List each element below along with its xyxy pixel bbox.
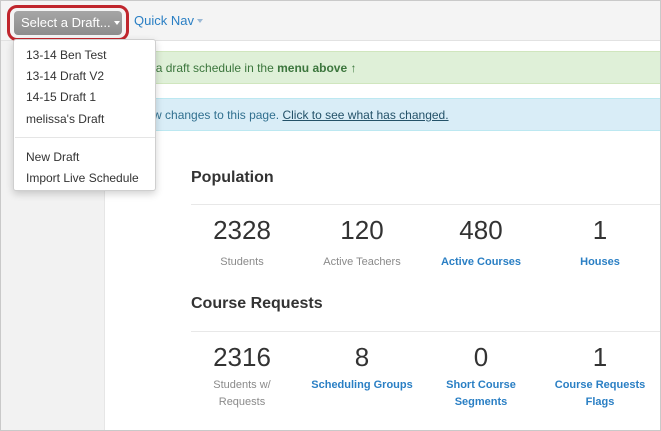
scheduling-groups-link[interactable]: Scheduling Groups [302, 377, 422, 394]
stat-label: Requests [218, 396, 266, 408]
stat-short-course-segments: 0 Short Course Segments [421, 342, 541, 411]
stat-students-with-requests: 2316 Students w/ Requests [182, 342, 302, 411]
stat-value: 1 [592, 342, 608, 372]
stat-value: 480 [459, 215, 503, 245]
stat-value: 2316 [213, 342, 271, 372]
new-draft-item[interactable]: New Draft [26, 150, 79, 164]
see-changes-link[interactable]: Click to see what has changed. [282, 108, 448, 122]
houses-link[interactable]: Houses [540, 254, 660, 271]
stat-scheduling-groups: 8 Scheduling Groups [302, 342, 422, 394]
arrow-up-icon: ↑ [350, 61, 357, 75]
top-navbar: Select a Draft... Quick Nav [1, 1, 660, 41]
divider [191, 204, 660, 205]
changes-alert: re are new changes to this page. Click t… [105, 98, 660, 131]
stat-value: 0 [473, 342, 489, 372]
stat-label: Active Teachers [323, 256, 401, 268]
stat-value: 1 [592, 215, 608, 245]
dropdown-item-draft[interactable]: 13-14 Draft V2 [26, 69, 104, 83]
stat-label: Students w/ [213, 379, 271, 391]
stat-active-courses: 480 Active Courses [421, 215, 541, 271]
short-course-segments-link[interactable]: Short Course [421, 377, 541, 394]
course-requests-title: Course Requests [191, 295, 323, 312]
alert-select-bold: menu above [277, 61, 348, 75]
stat-value: 8 [354, 342, 370, 372]
import-live-schedule-item[interactable]: Import Live Schedule [26, 171, 139, 185]
app-frame: Select a Draft... Quick Nav se select a … [0, 0, 661, 431]
dropdown-divider [15, 137, 155, 138]
quick-nav-label: Quick Nav [134, 13, 194, 28]
divider [191, 331, 660, 332]
stat-value: 2328 [213, 215, 271, 245]
select-draft-button[interactable]: Select a Draft... [14, 11, 122, 35]
course-request-flags-link[interactable]: Course Requests [540, 377, 660, 394]
quick-nav-menu[interactable]: Quick Nav [134, 13, 203, 28]
stat-active-teachers: 120 Active Teachers [302, 215, 422, 271]
stat-value: 120 [340, 215, 384, 245]
dropdown-item-draft[interactable]: 14-15 Draft 1 [26, 90, 96, 104]
dropdown-item-draft[interactable]: melissa's Draft [26, 112, 104, 126]
stat-houses: 1 Houses [540, 215, 660, 271]
course-request-flags-link-line2[interactable]: Flags [540, 394, 660, 411]
select-draft-alert: se select a draft schedule in the menu a… [105, 51, 660, 84]
active-courses-link[interactable]: Active Courses [421, 254, 541, 271]
dropdown-item-draft[interactable]: 13-14 Ben Test [26, 48, 107, 62]
select-draft-label: Select a Draft... [21, 15, 111, 30]
caret-down-icon [113, 20, 120, 25]
stat-course-request-flags: 1 Course Requests Flags [540, 342, 660, 411]
highlight-ring: Select a Draft... [7, 5, 129, 41]
caret-down-icon [196, 18, 203, 23]
stat-students: 2328 Students [182, 215, 302, 271]
stat-label: Students [220, 256, 264, 268]
population-title: Population [191, 169, 274, 186]
short-course-segments-link-line2[interactable]: Segments [421, 394, 541, 411]
draft-dropdown-menu: 13-14 Ben Test 13-14 Draft V2 14-15 Draf… [13, 39, 156, 191]
